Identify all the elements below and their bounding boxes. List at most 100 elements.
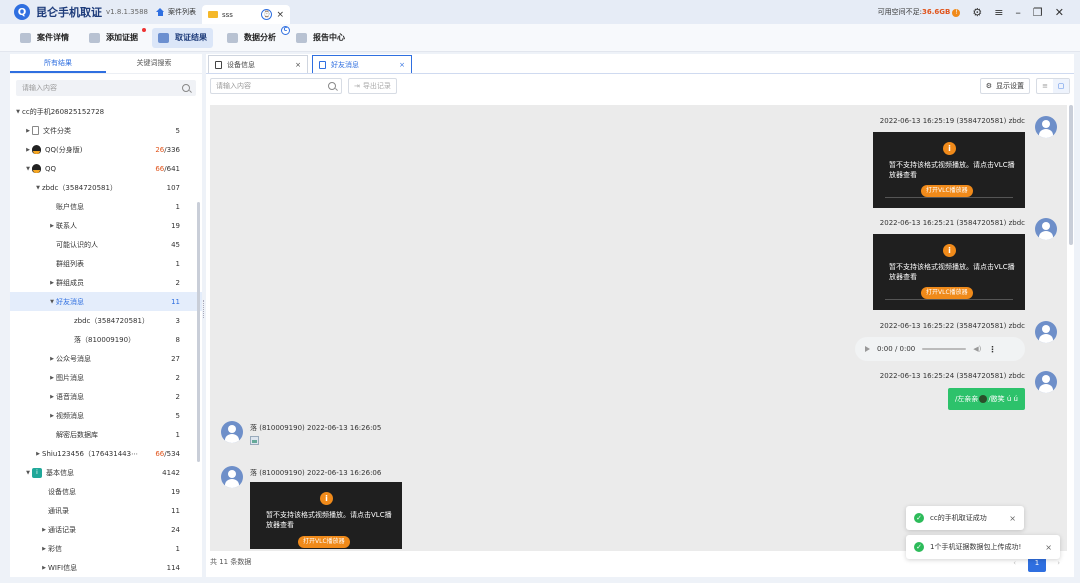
tree-item-friend-zbdc[interactable]: zbdc（3584720581） 3 [10,311,202,330]
open-vlc-button[interactable]: 打开VLC播放器 [298,536,350,548]
expand-icon[interactable]: ▶ [48,375,56,381]
tree-item-file-category[interactable]: ▶ 文件分类 5 [10,121,202,140]
forensic-results-button[interactable]: 取证结果 [152,27,213,48]
expand-icon[interactable]: ▶ [40,527,48,533]
volume-icon[interactable]: ◀) [973,345,981,353]
tree-item-group-members[interactable]: ▶ 群组成员 2 [10,273,202,292]
tree-item-device-info[interactable]: 设备信息 19 [10,482,202,501]
content-toolbar: ⇥导出记录 ⚙显示设置 ≡ ▢ [206,74,1074,98]
tree-item-friend-messages[interactable]: ▼ 好友消息 11 [10,292,202,311]
display-settings-button[interactable]: ⚙ 显示设置 [979,78,1030,94]
more-options-icon[interactable]: ⋮ [988,345,996,354]
chat-scrollbar[interactable] [1069,105,1073,245]
expand-icon[interactable]: ▶ [48,223,56,229]
export-icon: ⇥ [354,82,360,90]
expand-icon[interactable]: ▶ [48,280,56,286]
tree-item-account-zbdc[interactable]: ▼ zbdc（3584720581） 107 [10,178,202,197]
tab-case-label: sss [222,10,233,19]
tree-item-basic-info[interactable]: ▼ i 基本信息 4142 [10,463,202,482]
tree-item-official-messages[interactable]: ▶ 公众号消息 27 [10,349,202,368]
warning-icon: ! [952,8,961,17]
tab-keyword-search[interactable]: 关键词搜索 [106,54,202,73]
maximize-icon[interactable]: ❐ [1033,6,1043,19]
close-icon[interactable]: ✕ [1055,6,1064,19]
tree-item-mms[interactable]: ▶ 彩信 1 [10,539,202,558]
emoji-icon [979,395,988,403]
case-details-icon [20,32,31,43]
tree-item-address-book[interactable]: 通讯录 11 [10,501,202,520]
list-view-icon[interactable]: ≡ [1037,79,1053,93]
text-message-bubble: /左亲亲/憨笑 ú ú [947,388,1025,410]
expand-icon[interactable]: ▶ [40,565,48,571]
add-evidence-button[interactable]: 添加证据 [83,27,146,48]
tree-item-friend-luo[interactable]: 落（810009190） 8 [10,330,202,349]
minimize-icon[interactable]: – [1015,6,1021,19]
data-analysis-button[interactable]: 数据分析 C [221,25,290,48]
tree-item-decrypted-db[interactable]: 解密后数据库 1 [10,425,202,444]
expand-icon[interactable]: ▼ [14,109,22,115]
settings-icon[interactable]: ⚙ [972,6,982,19]
video-progress [885,197,1013,198]
close-tab-icon[interactable]: × [276,10,284,20]
search-icon[interactable] [328,82,336,90]
prev-page-icon[interactable]: ‹ [1013,559,1016,567]
tree-item-contacts[interactable]: ▶ 联系人 19 [10,216,202,235]
tree-item-may-know[interactable]: 可能认识的人 45 [10,235,202,254]
message-header: 落 (810009190) 2022-06-13 16:26:05 [250,424,382,432]
expand-icon[interactable]: ▶ [40,546,48,552]
tree-item-voice-messages[interactable]: ▶ 语音消息 2 [10,387,202,406]
audio-seek-bar[interactable] [922,348,967,350]
panel-resize-handle[interactable] [203,300,205,318]
broken-image-icon [250,436,259,445]
tree-item-qq-clone[interactable]: ▶ QQ(分身版) 26/336 [10,140,202,159]
expand-icon[interactable]: ▶ [48,394,56,400]
expand-icon[interactable]: ▶ [34,451,42,457]
close-toast-icon[interactable]: × [1009,514,1016,523]
tab-all-results[interactable]: 所有结果 [10,54,106,73]
tab-device-info[interactable]: 设备信息 × [208,55,308,73]
expand-icon[interactable]: ▼ [24,166,32,172]
tree-search-input[interactable] [22,84,182,92]
report-center-button[interactable]: 报告中心 [290,28,351,48]
tree-item-video-messages[interactable]: ▶ 视频消息 5 [10,406,202,425]
title-bar: Q 昆仑手机取证 v1.8.1.3588 案件列表 sss ⌚ × 可用空间不足… [0,0,1080,24]
expand-icon[interactable]: ▼ [48,299,56,305]
tree-scrollbar[interactable] [197,202,200,462]
tab-case-sss[interactable]: sss ⌚ × [202,5,290,24]
tree-item-device[interactable]: ▼ cc的手机260825152728 [10,102,202,121]
tab-friend-messages[interactable]: 好友消息 × [312,55,412,73]
info-category-icon: i [32,467,42,478]
close-tab-icon[interactable]: × [295,61,301,69]
expand-icon[interactable]: ▶ [24,147,32,153]
record-count: 共 11 条数据 [210,558,252,566]
tree-item-account-info[interactable]: 账户信息 1 [10,197,202,216]
expand-icon[interactable]: ▶ [48,356,56,362]
close-toast-icon[interactable]: × [1045,543,1052,552]
message-search-input[interactable] [216,82,328,90]
tree-item-account-shiu[interactable]: ▶ Shiu123456（176431443⋯ 66/534 [10,444,202,463]
expand-icon[interactable]: ▶ [48,413,56,419]
tab-case-list[interactable]: 案件列表 [156,7,196,17]
message-search [210,78,342,94]
video-message: i 暂不支持该格式视频播放。请点击VLC播放器查看 打开VLC播放器 [873,132,1025,208]
tree-item-group-list[interactable]: 群组列表 1 [10,254,202,273]
expand-icon[interactable]: ▼ [34,185,42,191]
search-icon[interactable] [182,84,190,92]
expand-icon[interactable]: ▶ [24,128,32,134]
expand-icon[interactable]: ▼ [24,470,32,476]
open-vlc-button[interactable]: 打开VLC播放器 [921,185,973,197]
home-icon [156,8,165,16]
export-records-button[interactable]: ⇥ 导出记录 [348,78,397,94]
play-icon[interactable] [865,346,870,352]
tree-item-call-log[interactable]: ▶ 通话记录 24 [10,520,202,539]
case-details-button[interactable]: 案件详情 [14,28,75,48]
next-page-icon[interactable]: › [1057,559,1060,567]
menu-icon[interactable]: ≡ [994,6,1003,19]
tree-item-wifi[interactable]: ▶ WIFI信息 114 [10,558,202,572]
open-vlc-button[interactable]: 打开VLC播放器 [921,287,973,299]
close-tab-icon[interactable]: × [399,61,405,69]
results-tree-panel: 所有结果 关键词搜索 ▼cc的手机260825152728 ▶文件分类5 ▶QQ… [10,54,202,577]
tree-item-qq[interactable]: ▼ QQ 66/641 [10,159,202,178]
chat-view-icon[interactable]: ▢ [1053,79,1069,93]
tree-item-image-messages[interactable]: ▶ 图片消息 2 [10,368,202,387]
